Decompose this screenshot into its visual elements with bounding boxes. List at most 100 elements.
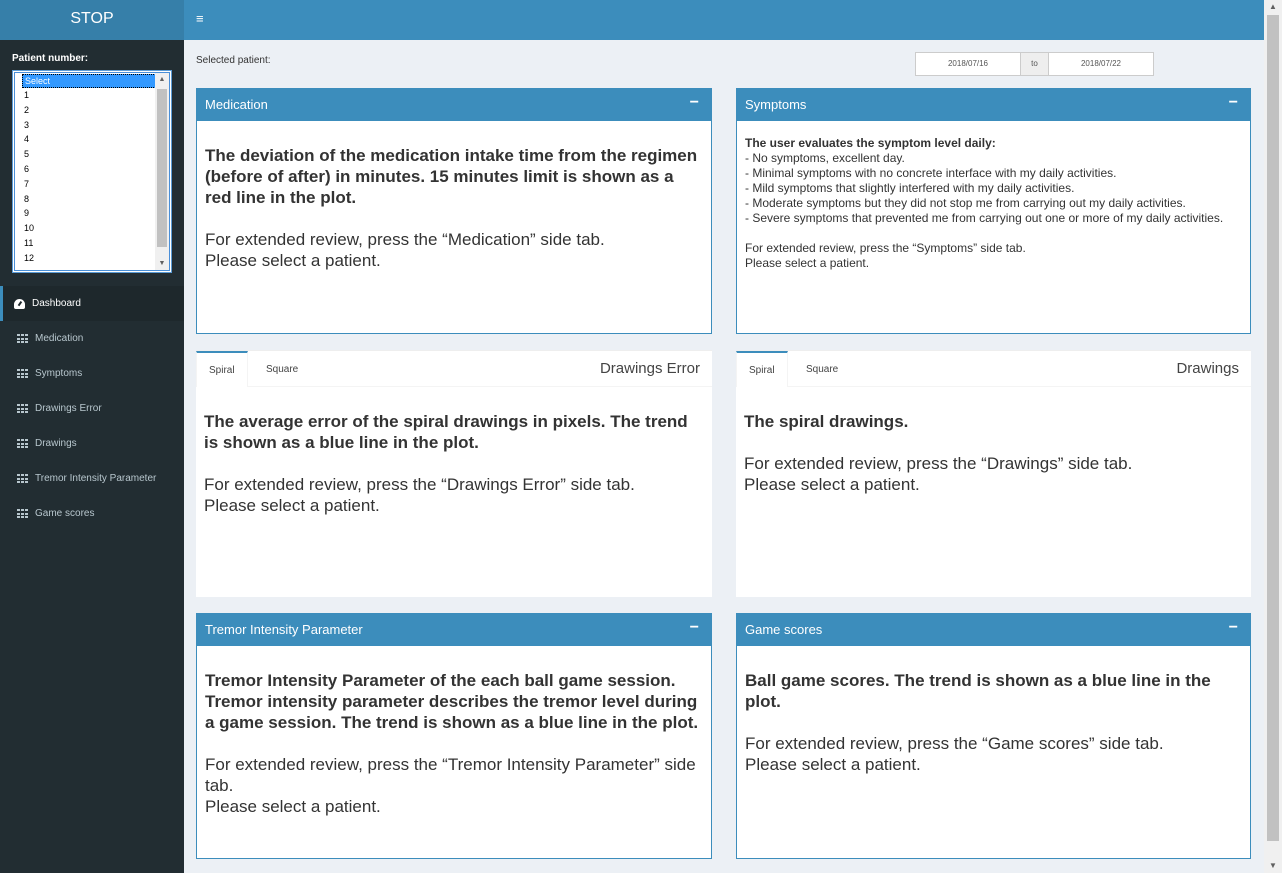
grid-icon xyxy=(17,404,28,413)
symptom-level-item: - Moderate symptoms but they did not sto… xyxy=(745,196,1186,210)
patient-option[interactable]: 3 xyxy=(22,118,156,133)
game-scores-box: Game scores − Ball game scores. The tren… xyxy=(736,613,1251,859)
drawings-select-prompt: Please select a patient. xyxy=(744,475,920,494)
medication-select-prompt: Please select a patient. xyxy=(205,251,381,270)
symptom-level-item: - Minimal symptoms with no concrete inte… xyxy=(745,166,1117,180)
patient-number-listbox[interactable]: Select 1 2 3 4 5 6 7 8 9 10 11 12 ▲ ▼ xyxy=(12,70,172,273)
patient-option[interactable]: 7 xyxy=(22,177,156,192)
drawings-error-description: The average error of the spiral drawings… xyxy=(204,412,688,452)
patient-option[interactable]: 6 xyxy=(22,162,156,177)
patient-option[interactable]: 5 xyxy=(22,147,156,162)
medication-description: The deviation of the medication intake t… xyxy=(205,146,698,207)
patient-option[interactable]: Select xyxy=(22,74,156,88)
sidebar-item-tremor-intensity-parameter[interactable]: Tremor Intensity Parameter xyxy=(0,461,184,496)
patient-option[interactable]: 10 xyxy=(22,221,156,236)
tremor-select-prompt: Please select a patient. xyxy=(205,797,381,816)
tremor-review-hint: For extended review, press the “Tremor I… xyxy=(205,755,696,795)
sidebar-item-game-scores[interactable]: Game scores xyxy=(0,496,184,531)
collapse-icon[interactable]: − xyxy=(690,614,699,642)
grid-icon xyxy=(17,369,28,378)
dashboard-icon xyxy=(14,298,25,309)
symptoms-review-hint: For extended review, press the “Symptoms… xyxy=(745,241,1026,255)
medication-box-title: Medication xyxy=(205,97,268,112)
symptoms-heading: The user evaluates the symptom level dai… xyxy=(745,136,996,150)
drawings-review-hint: For extended review, press the “Drawings… xyxy=(744,454,1133,473)
tremor-box-header: Tremor Intensity Parameter − xyxy=(197,614,711,646)
sidebar-item-dashboard[interactable]: Dashboard xyxy=(0,286,184,321)
collapse-icon[interactable]: − xyxy=(690,89,699,117)
sidebar-item-drawings[interactable]: Drawings xyxy=(0,426,184,461)
game-scores-description: Ball game scores. The trend is shown as … xyxy=(745,671,1211,711)
date-start-input[interactable]: 2018/07/16 xyxy=(915,52,1021,76)
page-scrollbar[interactable]: ▲ ▼ xyxy=(1264,0,1282,873)
patient-options: Select 1 2 3 4 5 6 7 8 9 10 11 12 xyxy=(22,74,156,266)
game-scores-select-prompt: Please select a patient. xyxy=(745,755,921,774)
scroll-down-arrow-icon[interactable]: ▼ xyxy=(155,257,169,270)
tab-spiral[interactable]: Spiral xyxy=(196,351,248,387)
drawings-title: Drawings xyxy=(1176,360,1239,377)
sidebar: STOP Patient number: Select 1 2 3 4 5 6 7 8 9 10 11… xyxy=(0,0,184,873)
page-scroll-thumb[interactable] xyxy=(1267,15,1279,841)
selected-patient-label: Selected patient: xyxy=(196,55,271,66)
symptoms-box-title: Symptoms xyxy=(745,97,807,112)
sidebar-menu: Dashboard Medication Symptoms Drawings Erro… xyxy=(0,286,184,531)
sidebar-item-label: Medication xyxy=(35,333,84,344)
medication-box: Medication − The deviation of the medica… xyxy=(196,88,712,334)
listbox-scroll-thumb[interactable] xyxy=(157,89,167,247)
drawings-error-tabbox: Spiral Square Drawings Error The average… xyxy=(196,350,712,597)
drawings-error-select-prompt: Please select a patient. xyxy=(204,496,380,515)
tremor-box: Tremor Intensity Parameter − Tremor Inte… xyxy=(196,613,712,859)
drawings-tabbox: Spiral Square Drawings The spiral drawin… xyxy=(736,350,1251,597)
tremor-description: Tremor Intensity Parameter of the each b… xyxy=(205,671,699,732)
patient-option[interactable]: 9 xyxy=(22,206,156,221)
sidebar-item-label: Game scores xyxy=(35,508,95,519)
collapse-icon[interactable]: − xyxy=(1229,614,1238,642)
tremor-box-title: Tremor Intensity Parameter xyxy=(205,622,363,637)
patient-number-label: Patient number: xyxy=(12,53,89,64)
patient-option[interactable]: 4 xyxy=(22,132,156,147)
patient-option[interactable]: 2 xyxy=(22,103,156,118)
game-scores-box-title: Game scores xyxy=(745,622,823,637)
symptom-level-item: - Mild symptoms that slightly interfered… xyxy=(745,181,1075,195)
page-scroll-down-icon[interactable]: ▼ xyxy=(1264,859,1282,873)
symptom-level-item: - No symptoms, excellent day. xyxy=(745,151,905,165)
symptom-levels-list: - No symptoms, excellent day. - Minimal s… xyxy=(745,151,1242,226)
grid-icon xyxy=(17,334,28,343)
patient-option[interactable]: 11 xyxy=(22,236,156,251)
tab-square[interactable]: Square xyxy=(794,351,850,387)
sidebar-item-label: Symptoms xyxy=(35,368,83,379)
drawings-error-review-hint: For extended review, press the “Drawings… xyxy=(204,475,635,494)
grid-icon xyxy=(17,509,28,518)
sidebar-item-label: Dashboard xyxy=(32,298,81,309)
drawings-tabbar: Spiral Square Drawings xyxy=(736,351,1251,387)
tab-square[interactable]: Square xyxy=(254,351,310,387)
top-navbar: ≡ xyxy=(184,0,1264,40)
symptom-level-item: - Severe symptoms that prevented me from… xyxy=(745,211,1224,225)
patient-option[interactable]: 8 xyxy=(22,192,156,207)
listbox-scrollbar[interactable]: ▲ ▼ xyxy=(155,73,169,270)
drawings-error-title: Drawings Error xyxy=(599,360,700,377)
date-separator: to xyxy=(1021,52,1048,76)
game-scores-review-hint: For extended review, press the “Game sco… xyxy=(745,734,1164,753)
date-end-input[interactable]: 2018/07/22 xyxy=(1048,52,1154,76)
sidebar-toggle-icon[interactable]: ≡ xyxy=(196,12,206,26)
app-logo[interactable]: STOP xyxy=(0,0,184,40)
medication-review-hint: For extended review, press the “Medicati… xyxy=(205,230,605,249)
collapse-icon[interactable]: − xyxy=(1229,89,1238,117)
sidebar-item-drawings-error[interactable]: Drawings Error xyxy=(0,391,184,426)
symptoms-select-prompt: Please select a patient. xyxy=(745,256,870,270)
grid-icon xyxy=(17,439,28,448)
sidebar-item-medication[interactable]: Medication xyxy=(0,321,184,356)
symptoms-box: Symptoms − The user evaluates the sympto… xyxy=(736,88,1251,334)
patient-option[interactable]: 1 xyxy=(22,88,156,103)
game-scores-box-header: Game scores − xyxy=(737,614,1250,646)
symptoms-box-header: Symptoms − xyxy=(737,89,1250,121)
scroll-up-arrow-icon[interactable]: ▲ xyxy=(155,73,169,86)
page-scroll-up-icon[interactable]: ▲ xyxy=(1264,0,1282,14)
sidebar-item-symptoms[interactable]: Symptoms xyxy=(0,356,184,391)
drawings-error-tabbar: Spiral Square Drawings Error xyxy=(196,351,712,387)
tab-spiral[interactable]: Spiral xyxy=(736,351,788,387)
date-range-picker: 2018/07/16 to 2018/07/22 xyxy=(915,52,1155,76)
sidebar-item-label: Tremor Intensity Parameter xyxy=(35,473,157,484)
patient-option[interactable]: 12 xyxy=(22,251,156,266)
